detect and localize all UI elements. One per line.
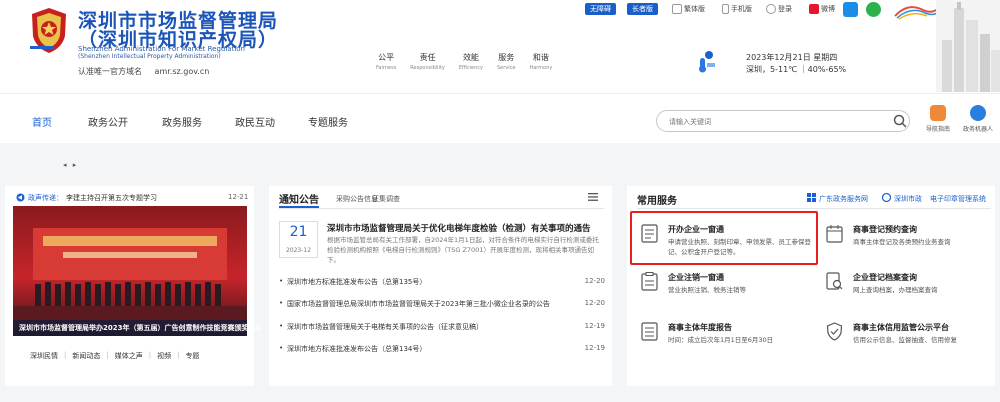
divider xyxy=(279,208,604,209)
photo-caption-bar: 深圳市市场监督管理局举办2023年（第五届）广告创意制作技能竞赛颁奖典礼 xyxy=(13,320,262,336)
featured-day: 21 xyxy=(289,224,308,240)
link-news[interactable]: 新闻动态 xyxy=(72,351,100,361)
tab-survey[interactable]: 征集调查 xyxy=(372,194,400,204)
search-box xyxy=(656,110,910,132)
service-annual-report[interactable]: 商事主体年度报告 时间：成立后次年1月1日至6月30日 xyxy=(641,322,816,358)
announcement-text[interactable]: 李建主持召开第五次专题学习 xyxy=(66,193,157,203)
weather-temperature: 深圳，5-11℃ ｜40%-65% xyxy=(746,65,847,74)
services-title: 常用服务 xyxy=(637,196,677,207)
weather-date: 2023年12月21日 星期四 xyxy=(746,53,838,62)
clipboard-icon xyxy=(641,272,658,291)
link-topics[interactable]: 专题 xyxy=(185,351,199,361)
report-icon xyxy=(641,322,658,341)
nav-item-topics[interactable]: 专题服务 xyxy=(308,114,348,129)
search-icon[interactable] xyxy=(893,114,907,128)
service-archive-query[interactable]: 企业登记档案查询 网上查询档案，办理档案查询 xyxy=(826,272,991,308)
app-icon[interactable] xyxy=(843,2,858,17)
user-icon xyxy=(766,4,776,14)
value-item: 公平 Fairness xyxy=(376,53,397,71)
search-document-icon xyxy=(826,272,843,290)
search-input[interactable] xyxy=(669,115,889,128)
site-subtitle-en: (Shenzhen Intellectual Property Administ… xyxy=(78,53,221,60)
official-domain: 认准唯一官方域名 amr.sz.gov.cn xyxy=(78,66,209,77)
divider xyxy=(637,208,991,209)
accessible-mode-button[interactable]: 无障碍 xyxy=(585,3,616,15)
link-media[interactable]: 媒体之声 xyxy=(115,351,143,361)
weibo-icon xyxy=(809,4,819,14)
official-domain-label: 认准唯一官方域名 xyxy=(78,67,142,76)
shield-icon xyxy=(826,322,843,341)
featured-notice-summary: 根据市场监管总局有关工作部署，自2024年1月1日起，对符合条件的电梯实行自行检… xyxy=(327,236,599,264)
photo-caption[interactable]: 深圳市市场监督管理局举办2023年（第五届）广告创意制作技能竞赛颁奖典礼 xyxy=(19,323,262,333)
gd-service-link[interactable]: 广东政务服务网 xyxy=(819,194,868,204)
guide-icon xyxy=(930,105,946,121)
core-values: 公平 Fairness 责任 Responsibility 效能 Efficiency… xyxy=(376,52,552,80)
traditional-chinese-link[interactable]: 繁体版 xyxy=(672,3,705,15)
sz-service-link[interactable]: 深圳市政 xyxy=(894,194,922,204)
news-category-links: 深圳民情 | 新闻动态 | 媒体之声 | 视频 | 专题 xyxy=(30,351,200,361)
announcement-icon xyxy=(16,193,25,202)
list-item[interactable]: • 深圳市市场监督管理局关于电梯有关事项的公告（征求意见稿） 12-19 xyxy=(279,321,605,335)
nav-item-interaction[interactable]: 政民互动 xyxy=(235,114,275,129)
service-registration-query[interactable]: 商事登记预约查询 商事主体登记及各类预约业务查询 xyxy=(826,224,991,260)
guide-button[interactable]: 导航指南 xyxy=(921,105,955,133)
value-item: 责任 Responsibility xyxy=(410,53,445,71)
nav-item-home[interactable]: 首页 xyxy=(32,114,52,129)
announcement-label: 政声传递： xyxy=(28,194,63,202)
link-public-opinion[interactable]: 深圳民情 xyxy=(30,351,58,361)
featured-notice-title[interactable]: 深圳市市场监督管理局关于优化电梯年度检验（检测）有关事项的通告 xyxy=(327,222,607,234)
tab-notices[interactable]: 通知公告 xyxy=(279,191,319,206)
value-item: 服务 Service xyxy=(496,53,516,71)
login-link[interactable]: 登录 xyxy=(766,3,792,15)
more-menu-icon[interactable] xyxy=(588,193,598,201)
city-skyline-icon xyxy=(936,0,1000,92)
value-item: 效能 Efficiency xyxy=(458,53,483,71)
list-item[interactable]: • 深圳市地方标准批准发布公告（总第135号） 12-20 xyxy=(279,276,605,290)
mobile-version-link[interactable]: 手机版 xyxy=(722,3,752,15)
carousel-pager[interactable]: ◂ ▸ xyxy=(63,161,78,169)
site-title-en: Shenzhen Administration For Market Regul… xyxy=(78,45,245,53)
official-domain-value[interactable]: amr.sz.gov.cn xyxy=(155,67,210,76)
link-video[interactable]: 视频 xyxy=(157,351,171,361)
nav-item-services[interactable]: 政务服务 xyxy=(162,114,202,129)
calendar-icon xyxy=(826,225,843,243)
wechat-icon[interactable] xyxy=(866,2,881,17)
gd-service-icon xyxy=(807,193,816,202)
service-deregistration[interactable]: 企业注销一窗通 营业执照注销、税务注销等 xyxy=(641,272,816,308)
sz-service-icon xyxy=(882,193,891,202)
news-photo[interactable] xyxy=(13,206,247,336)
highlight-frame xyxy=(630,211,818,265)
weibo-link[interactable]: 微博 xyxy=(809,3,835,15)
service-credit-platform[interactable]: 商事主体信用监管公示平台 信用公示信息、监督抽查、信用修复 xyxy=(826,322,991,366)
e-seal-link[interactable]: 电子印章管理系统 xyxy=(930,194,986,204)
mobile-icon xyxy=(722,4,729,14)
value-item: 和谐 Harmony xyxy=(529,53,553,71)
nav-item-gov-affairs[interactable]: 政务公开 xyxy=(88,114,128,129)
weather-icon xyxy=(699,51,715,73)
elder-mode-button[interactable]: 长者版 xyxy=(627,3,658,15)
list-item[interactable]: • 深圳市地方标准批准发布公告（总第134号） 12-19 xyxy=(279,343,605,357)
robot-button[interactable]: 政务机器人 xyxy=(961,105,995,133)
robot-icon xyxy=(970,105,986,121)
nav-active-indicator xyxy=(30,46,54,49)
site-header: 深圳市市场监督管理局 （深圳市知识产权局） Shenzhen Administr… xyxy=(0,0,1000,93)
featured-date: 21 2023-12 xyxy=(279,221,318,258)
featured-year-month: 2023-12 xyxy=(285,247,312,254)
announcement-date: 12-21 xyxy=(228,193,249,201)
list-item[interactable]: • 国家市场监督管理总局深圳市市场监督管理局关于2023年第三批小微企业名录的公告… xyxy=(279,298,605,312)
traditional-icon xyxy=(672,4,682,14)
